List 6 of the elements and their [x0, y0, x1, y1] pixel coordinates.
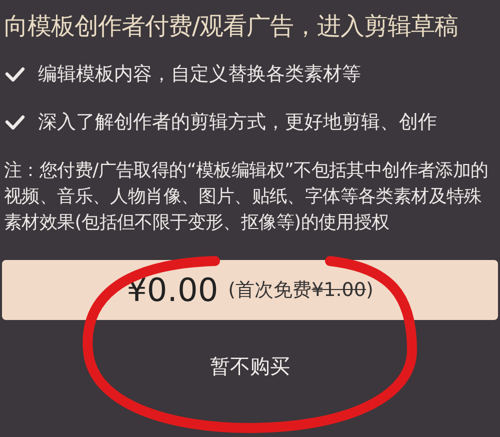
notice-text: 注：您付费/广告取得的“模板编辑权”不包括其中创作者添加的视频、音乐、人物肖像、图片、贴纸、字体等各类素材及特殊素材效果(包括但不限于变形、抠像等)的使用授权	[3, 159, 490, 235]
benefit-text: 编辑模板内容，自定义替换各类素材等	[38, 62, 361, 87]
dialog-title: 向模板创作者付费/观看广告，进入剪辑草稿	[3, 11, 460, 42]
skip-button[interactable]: 暂不购买	[204, 350, 296, 382]
benefit-text: 深入了解创作者的剪辑方式，更好地剪辑、创作	[38, 110, 437, 135]
price-button[interactable]: ¥0.00 (首次免费¥1.00)	[2, 260, 498, 320]
